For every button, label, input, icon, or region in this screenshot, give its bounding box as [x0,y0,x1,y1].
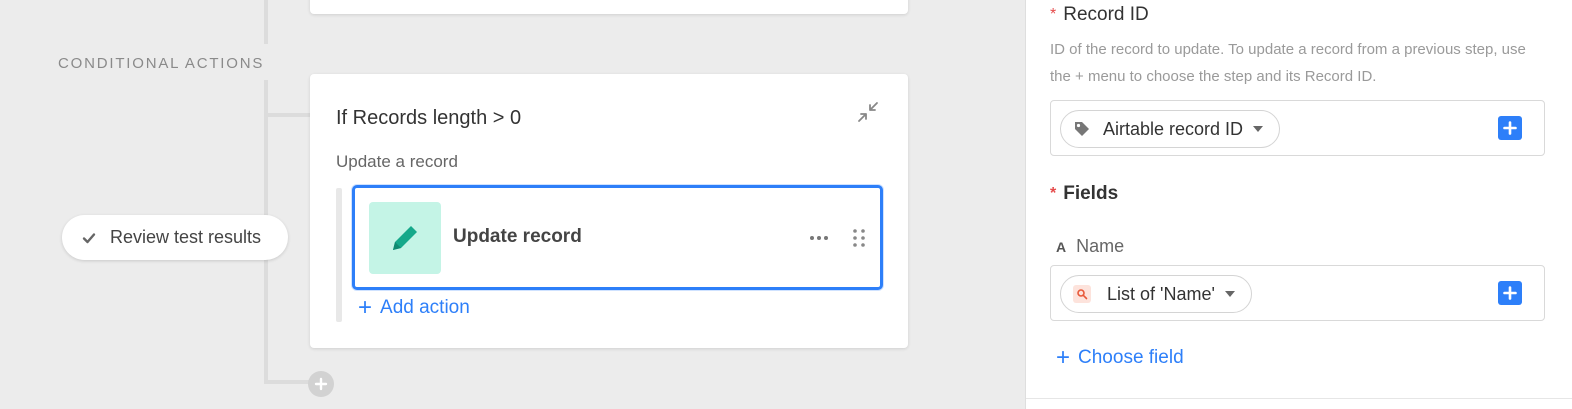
condition-subtitle: Update a record [336,152,458,171]
review-button-label: Review test results [110,227,262,247]
check-icon [82,232,96,243]
airtable-record-id-token[interactable]: Airtable record ID [1060,110,1281,148]
plus-icon: + [358,294,373,321]
plus-icon: + [1056,344,1071,371]
more-options-icon[interactable] [807,226,831,250]
workflow-canvas: CONDITIONAL ACTIONS Review test results … [0,0,1025,409]
record-id-title: * Record ID [1050,4,1149,26]
token-label: List of 'Name' [1107,283,1215,304]
update-record-action[interactable]: Update record [352,185,883,290]
collapse-icon[interactable] [856,100,880,124]
text-field-icon: A [1056,238,1067,255]
tag-icon [1075,122,1089,136]
required-mark: * [1050,6,1057,23]
insert-value-button[interactable] [1498,281,1522,305]
action-icon-tile [369,202,441,274]
name-field-label: A Name [1056,236,1124,257]
fields-label: Fields [1063,183,1119,204]
record-id-help: ID of the record to update. To update a … [1050,41,1526,85]
token-label: Airtable record ID [1103,118,1244,139]
add-action-label: Add action [380,297,470,318]
choose-field-button[interactable]: + Choose field [1056,346,1184,370]
previous-step-card[interactable] [310,0,908,14]
connector-branch [264,380,312,384]
add-action-button[interactable]: + Add action [358,296,470,320]
config-panel: * Record ID ID of the record to update. … [1025,0,1572,409]
record-id-input[interactable]: Airtable record ID [1050,100,1545,156]
list-of-name-token[interactable]: List of 'Name' [1060,275,1252,313]
section-label: CONDITIONAL ACTIONS [58,55,265,72]
chevron-down-icon [1224,291,1235,297]
condition-card[interactable]: If Records length > 0 Update a record Up… [310,74,908,348]
add-step-button[interactable] [308,371,334,397]
choose-field-label: Choose field [1078,347,1184,368]
pencil-icon [393,226,417,250]
fields-title: * Fields [1050,183,1118,205]
search-icon [1073,285,1091,303]
chevron-down-icon [1253,126,1264,132]
drag-handle-icon[interactable] [851,226,867,250]
plus-icon [1503,121,1517,135]
required-mark: * [1050,185,1057,202]
plus-icon [1503,286,1517,300]
action-label: Update record [453,226,582,247]
connector-line [264,0,268,44]
name-field-input[interactable]: List of 'Name' [1050,265,1545,321]
plus-circle-icon [314,377,328,391]
branch-bar [336,188,342,322]
review-test-results-button[interactable]: Review test results [62,215,288,260]
connector-branch [264,113,312,117]
record-id-label: Record ID [1063,4,1149,25]
condition-title: If Records length > 0 [336,107,522,129]
divider [1026,398,1572,399]
insert-value-button[interactable] [1498,116,1522,140]
name-label-text: Name [1076,236,1125,256]
